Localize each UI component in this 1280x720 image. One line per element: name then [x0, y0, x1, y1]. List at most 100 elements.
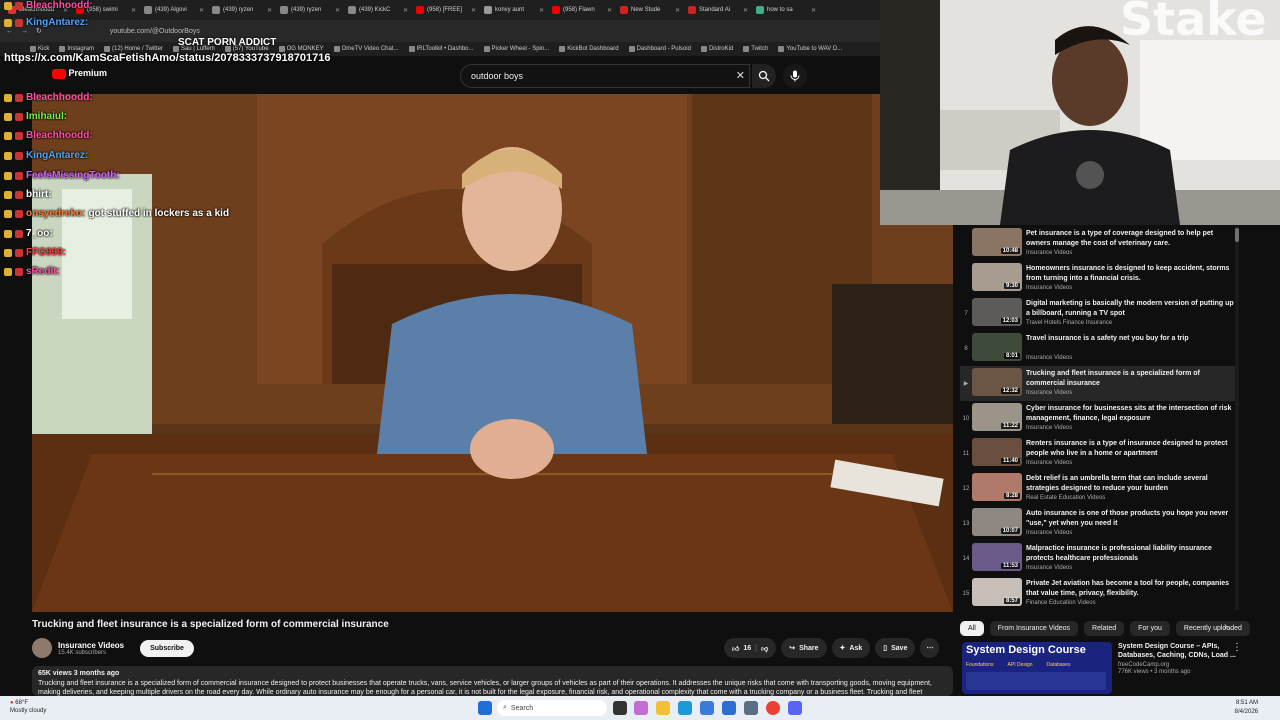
recommended-thumbnail[interactable]: System Design Course Foundations API Desi…	[962, 642, 1112, 694]
bookmark-item[interactable]: Picker Wheel - Spin...	[483, 46, 549, 52]
more-actions-button[interactable]: ⋯	[920, 638, 940, 658]
close-tab-icon[interactable]: ✕	[539, 7, 544, 14]
playlist-item-title[interactable]: Digital marketing is basically the moder…	[1026, 299, 1236, 319]
close-tab-icon[interactable]: ✕	[743, 7, 748, 14]
bookmark-item[interactable]: Twitch	[743, 46, 768, 52]
store-icon[interactable]	[700, 701, 714, 715]
playlist-thumbnail[interactable]: 8:28	[972, 473, 1022, 501]
recommended-title[interactable]: System Design Course – APIs, Databases, …	[1118, 642, 1236, 660]
discord-icon[interactable]	[788, 701, 802, 715]
mail-icon[interactable]	[722, 701, 736, 715]
ask-button[interactable]: ✦ Ask	[831, 638, 871, 658]
close-tab-icon[interactable]: ✕	[471, 7, 476, 14]
playlist-item[interactable]: 13 10:07 Auto insurance is one of those …	[960, 506, 1236, 541]
bookmark-item[interactable]: DistroKid	[700, 46, 733, 52]
playlist-item-title[interactable]: Private Jet aviation has become a tool f…	[1026, 579, 1236, 599]
playlist-item-channel[interactable]: Travel Hotels Finance Insurance	[1026, 320, 1236, 326]
playlist-item[interactable]: 7 12:03 Digital marketing is basically t…	[960, 296, 1236, 331]
edge-icon[interactable]	[678, 701, 692, 715]
close-tab-icon[interactable]: ✕	[607, 7, 612, 14]
browser-tab[interactable]: konvy aunt ✕	[480, 2, 548, 18]
browser-tab[interactable]: how to sa ✕	[752, 2, 820, 18]
scrollbar-thumb[interactable]	[1235, 228, 1239, 242]
playlist-thumbnail[interactable]: 8:57	[972, 578, 1022, 606]
browser-tab[interactable]: New Stude ✕	[616, 2, 684, 18]
app-icon[interactable]	[744, 701, 758, 715]
taskbar-search[interactable]: ⌕ Search	[497, 700, 607, 716]
playlist-item-channel[interactable]: Insurance Videos	[1026, 460, 1236, 466]
playlist-item[interactable]: 15 8:57 Private Jet aviation has become …	[960, 576, 1236, 611]
forward-icon[interactable]: →	[21, 28, 28, 35]
close-tab-icon[interactable]: ✕	[403, 7, 408, 14]
bookmark-item[interactable]: KickBot Dashboard	[559, 46, 619, 52]
browser-tab[interactable]: (439) ryzen ✕	[276, 2, 344, 18]
thumbs-down-icon[interactable]: 👎︎	[761, 644, 768, 653]
playlist-item-title[interactable]: Cyber insurance for businesses sits at t…	[1026, 404, 1236, 424]
start-icon[interactable]	[478, 701, 492, 715]
filter-chip[interactable]: Related	[1084, 620, 1125, 636]
save-button[interactable]: ▯ Save	[875, 638, 916, 658]
recommended-video[interactable]: System Design Course Foundations API Desi…	[962, 642, 1242, 694]
playlist-item-title[interactable]: Renters insurance is a type of insurance…	[1026, 439, 1236, 459]
playlist-item-channel[interactable]: Insurance Videos	[1026, 425, 1236, 431]
playlist-thumbnail[interactable]: 11:22	[972, 403, 1022, 431]
share-button[interactable]: ↪ Share	[781, 638, 827, 658]
voice-search-button[interactable]	[783, 64, 807, 88]
filter-chip[interactable]: For you	[1130, 620, 1170, 636]
playlist-thumbnail[interactable]: 8:01	[972, 333, 1022, 361]
search-button[interactable]	[752, 64, 776, 88]
playlist-item[interactable]: 8 8:01 Travel insurance is a safety net …	[960, 331, 1236, 366]
playlist-item-channel[interactable]: Insurance Videos	[1026, 530, 1236, 536]
task-view-icon[interactable]	[613, 701, 627, 715]
file-explorer-icon[interactable]	[656, 701, 670, 715]
filter-chip[interactable]: All	[960, 620, 984, 636]
youtube-premium-logo[interactable]: Premium	[52, 68, 107, 79]
playlist-scrollbar[interactable]	[1235, 226, 1239, 610]
subscribe-button[interactable]: Subscribe	[140, 639, 194, 657]
bookmark-item[interactable]: IRLToolkit • Dashbo...	[408, 46, 474, 52]
chips-next-icon[interactable]: ›	[1224, 621, 1227, 632]
more-options-icon[interactable]: ⋮	[1232, 642, 1242, 653]
clear-search-icon[interactable]: ✕	[736, 69, 745, 82]
channel-avatar[interactable]	[32, 638, 52, 658]
system-clock[interactable]: 8:51 AM 8/4/2026	[1235, 699, 1258, 717]
playlist-item-channel[interactable]: Insurance Videos	[1026, 285, 1236, 291]
close-tab-icon[interactable]: ✕	[811, 7, 816, 14]
recommended-channel[interactable]: freeCodeCamp.org	[1118, 662, 1236, 668]
playlist-item-channel[interactable]: Insurance Videos	[1026, 390, 1236, 396]
browser-tab[interactable]: (439) KickC ✕	[344, 2, 412, 18]
playlist-item-title[interactable]: Pet insurance is a type of coverage desi…	[1026, 229, 1236, 249]
playlist-item[interactable]: 10:48 Pet insurance is a type of coverag…	[960, 226, 1236, 261]
playlist-thumbnail[interactable]: 11:53	[972, 543, 1022, 571]
back-icon[interactable]: ←	[6, 28, 13, 35]
chrome-icon[interactable]	[766, 701, 780, 715]
browser-tab[interactable]: (958) [FREE] ✕	[412, 2, 480, 18]
playlist-item-title[interactable]: Homeowners insurance is designed to keep…	[1026, 264, 1236, 284]
search-input[interactable]: outdoor boys ✕	[460, 64, 750, 88]
video-description[interactable]: 65K views 3 months ago Trucking and flee…	[32, 666, 953, 696]
thumbs-up-icon[interactable]: 👍︎	[732, 644, 739, 653]
like-dislike-button[interactable]: 👍︎ 16 | 👎︎	[724, 638, 777, 658]
playlist-item[interactable]: 14 11:53 Malpractice insurance is profes…	[960, 541, 1236, 576]
playlist-item-title[interactable]: Debt relief is an umbrella term that can…	[1026, 474, 1236, 494]
copilot-icon[interactable]	[634, 701, 648, 715]
playlist-thumbnail[interactable]: 12:03	[972, 298, 1022, 326]
filter-chip[interactable]: From Insurance Videos	[989, 620, 1079, 636]
playlist-item-title[interactable]: Trucking and fleet insurance is a specia…	[1026, 369, 1236, 389]
playlist-thumbnail[interactable]: 10:48	[972, 228, 1022, 256]
playlist-item-title[interactable]: Auto insurance is one of those products …	[1026, 509, 1236, 529]
address-field[interactable]: youtube.com/@OutdoorBoys	[110, 28, 200, 35]
playlist-item-title[interactable]: Malpractice insurance is professional li…	[1026, 544, 1236, 564]
browser-tab[interactable]: (439) Algovi ✕	[140, 2, 208, 18]
playlist-thumbnail[interactable]: 11:40	[972, 438, 1022, 466]
filter-chip[interactable]: Recently uploaded	[1175, 620, 1250, 636]
close-tab-icon[interactable]: ✕	[131, 7, 136, 14]
browser-tab[interactable]: (958) Flawn ✕	[548, 2, 616, 18]
bookmark-item[interactable]: YouTube to WAV D...	[778, 46, 842, 52]
playlist-thumbnail[interactable]: 10:07	[972, 508, 1022, 536]
reload-icon[interactable]: ↻	[36, 27, 42, 35]
playlist-item[interactable]: ▶ 12:32 Trucking and fleet insurance is …	[960, 366, 1236, 401]
video-player[interactable]	[32, 94, 953, 612]
playlist-item-channel[interactable]: Finance Education Videos	[1026, 600, 1236, 606]
close-tab-icon[interactable]: ✕	[335, 7, 340, 14]
